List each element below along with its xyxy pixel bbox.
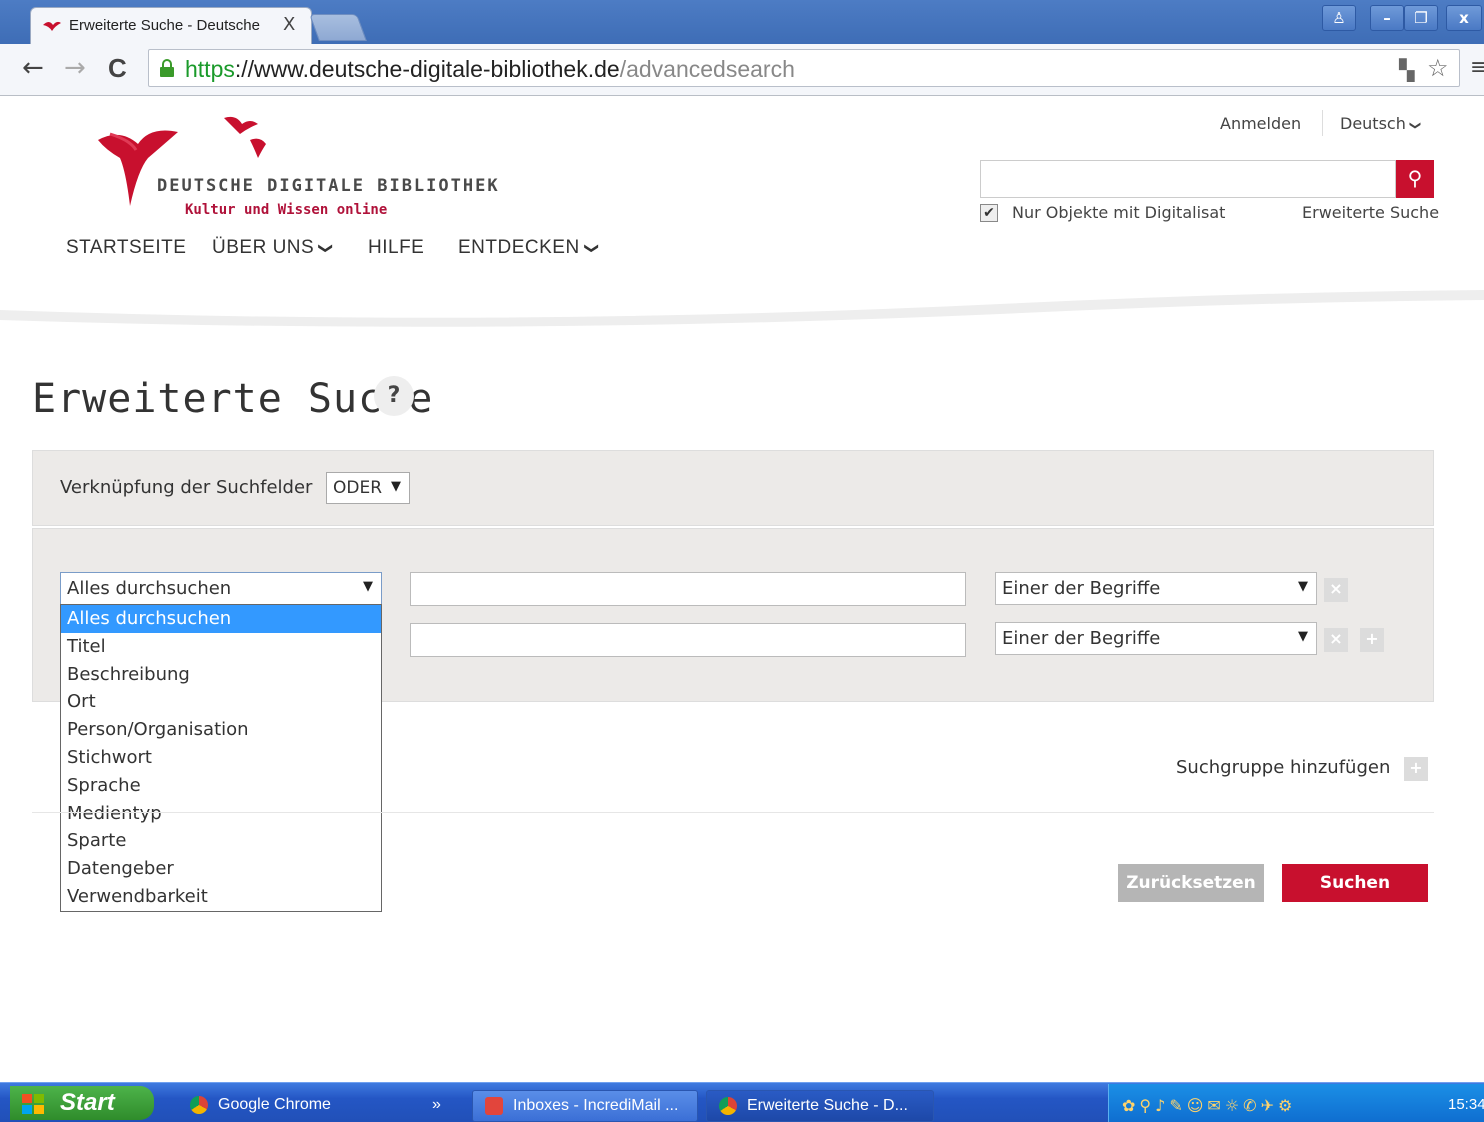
operator-select-1-value: Einer der Begriffe: [1002, 578, 1161, 599]
chrome-menu-icon[interactable]: ≡: [1470, 55, 1484, 81]
tray-icons[interactable]: ✿⚲♪✎☺✉☼✆✈⚙: [1122, 1096, 1296, 1115]
windows-flag-icon: [22, 1094, 44, 1114]
divider: [32, 812, 1434, 813]
tab-close-icon[interactable]: X: [283, 14, 295, 35]
nav-home[interactable]: STARTSEITE: [66, 237, 186, 259]
only-digitized-label: Nur Objekte mit Digitalisat: [1012, 203, 1226, 222]
advanced-search-link[interactable]: Erweiterte Suche: [1302, 203, 1439, 222]
chrome-icon: [190, 1096, 208, 1114]
taskbar-item-label: Inboxes - IncrediMail ...: [513, 1097, 679, 1114]
operator-select-2[interactable]: Einer der Begriffe ▼: [995, 622, 1317, 655]
search-button[interactable]: ⚲: [1396, 160, 1434, 198]
link-label: Verknüpfung der Suchfelder: [60, 477, 313, 498]
forward-icon[interactable]: →: [64, 55, 86, 81]
link-select-value: ODER: [333, 478, 383, 498]
dropdown-option[interactable]: Medientyp: [61, 800, 381, 828]
url-text: https://www.deutsche-digitale-bibliothek…: [185, 56, 795, 82]
only-digitized-checkbox[interactable]: ✔: [980, 204, 998, 222]
nav-help[interactable]: HILFE: [368, 237, 424, 259]
language-label: Deutsch: [1340, 114, 1406, 133]
search-term-input-1[interactable]: [410, 572, 966, 606]
bookmark-star-icon[interactable]: ☆: [1427, 54, 1449, 82]
chevron-down-icon: ❯: [318, 242, 335, 255]
lock-icon: [160, 59, 174, 77]
field-dropdown-list: Alles durchsuchen Titel Beschreibung Ort…: [60, 604, 382, 912]
operator-select-2-value: Einer der Begriffe: [1002, 628, 1161, 649]
taskbar-more-button[interactable]: »: [428, 1090, 458, 1122]
search-term-input-2[interactable]: [410, 623, 966, 657]
reset-button[interactable]: Zurücksetzen: [1118, 864, 1264, 902]
remove-row-1-button[interactable]: ×: [1324, 578, 1348, 602]
field-select-1-value: Alles durchsuchen: [67, 578, 232, 599]
chevron-down-icon: ❯: [584, 242, 601, 255]
logo-title: DEUTSCHE DIGITALE BIBLIOTHEK: [157, 176, 500, 196]
language-selector[interactable]: Deutsch ❯: [1340, 114, 1423, 133]
browser-tab[interactable]: Erweiterte Suche - Deutsche X: [30, 7, 312, 44]
translate-icon[interactable]: ▚: [1399, 58, 1414, 82]
link-select[interactable]: ODER ▼: [326, 472, 410, 504]
nav-about-label: ÜBER UNS: [212, 237, 315, 258]
page-title: Erweiterte Suche: [32, 376, 434, 422]
user-icon[interactable]: ♙: [1322, 5, 1356, 31]
logo-subtitle: Kultur und Wissen online: [185, 202, 388, 218]
login-link[interactable]: Anmelden: [1220, 114, 1301, 133]
taskbar-chrome-quicklaunch[interactable]: Google Chrome: [178, 1090, 428, 1122]
nav-about[interactable]: ÜBER UNS ❯: [212, 237, 335, 259]
nav-discover[interactable]: ENTDECKEN ❯: [458, 237, 601, 259]
dropdown-option[interactable]: Ort: [61, 688, 381, 716]
header-wave: [0, 290, 1484, 327]
add-row-button[interactable]: +: [1360, 628, 1384, 652]
tab-title: Erweiterte Suche - Deutsche: [69, 17, 260, 34]
back-icon[interactable]: ←: [22, 55, 44, 81]
dropdown-arrow-icon: ▼: [391, 479, 401, 494]
submit-search-button[interactable]: Suchen: [1282, 864, 1428, 902]
mail-icon: [485, 1097, 503, 1115]
dropdown-option[interactable]: Datengeber: [61, 855, 381, 883]
dropdown-option[interactable]: Alles durchsuchen: [61, 605, 381, 633]
window-close-icon[interactable]: x: [1446, 5, 1482, 31]
header-search-input[interactable]: [980, 160, 1396, 198]
browser-toolbar: ← → C https://www.deutsche-digitale-bibl…: [0, 44, 1484, 96]
dropdown-option[interactable]: Verwendbarkeit: [61, 883, 381, 911]
remove-row-2-button[interactable]: ×: [1324, 628, 1348, 652]
taskbar-item-label: Google Chrome: [218, 1096, 331, 1113]
dropdown-arrow-icon: ▼: [1298, 579, 1308, 594]
clock[interactable]: 15:34: [1448, 1096, 1484, 1113]
dropdown-option[interactable]: Sparte: [61, 827, 381, 855]
address-bar[interactable]: https://www.deutsche-digitale-bibliothek…: [148, 49, 1460, 87]
help-icon[interactable]: ?: [374, 376, 414, 416]
chrome-icon: [719, 1097, 737, 1115]
field-select-1[interactable]: Alles durchsuchen ▼: [60, 572, 382, 605]
operator-select-1[interactable]: Einer der Begriffe ▼: [995, 572, 1317, 605]
taskbar-item-label: Erweiterte Suche - D...: [747, 1097, 908, 1114]
nav-discover-label: ENTDECKEN: [458, 237, 580, 258]
dropdown-arrow-icon: ▼: [363, 579, 373, 594]
dropdown-option[interactable]: Person/Organisation: [61, 716, 381, 744]
taskbar-item-incredimail[interactable]: Inboxes - IncrediMail ...: [472, 1090, 698, 1122]
restore-icon[interactable]: ❐: [1404, 5, 1438, 31]
add-search-group-button[interactable]: +: [1404, 757, 1428, 781]
header-divider: [1322, 110, 1323, 136]
chevron-down-icon: ❯: [1409, 120, 1423, 131]
new-tab-button[interactable]: [309, 14, 367, 41]
taskbar-item-chrome-window[interactable]: Erweiterte Suche - D...: [706, 1090, 934, 1122]
add-search-group-link[interactable]: Suchgruppe hinzufügen: [1176, 757, 1390, 778]
reload-icon[interactable]: C: [108, 55, 127, 81]
dropdown-option[interactable]: Titel: [61, 633, 381, 661]
minimize-icon[interactable]: –: [1370, 5, 1404, 31]
dropdown-arrow-icon: ▼: [1298, 629, 1308, 644]
ddb-favicon-icon: [43, 21, 61, 31]
dropdown-option[interactable]: Sprache: [61, 772, 381, 800]
dropdown-option[interactable]: Beschreibung: [61, 661, 381, 689]
dropdown-option[interactable]: Stichwort: [61, 744, 381, 772]
